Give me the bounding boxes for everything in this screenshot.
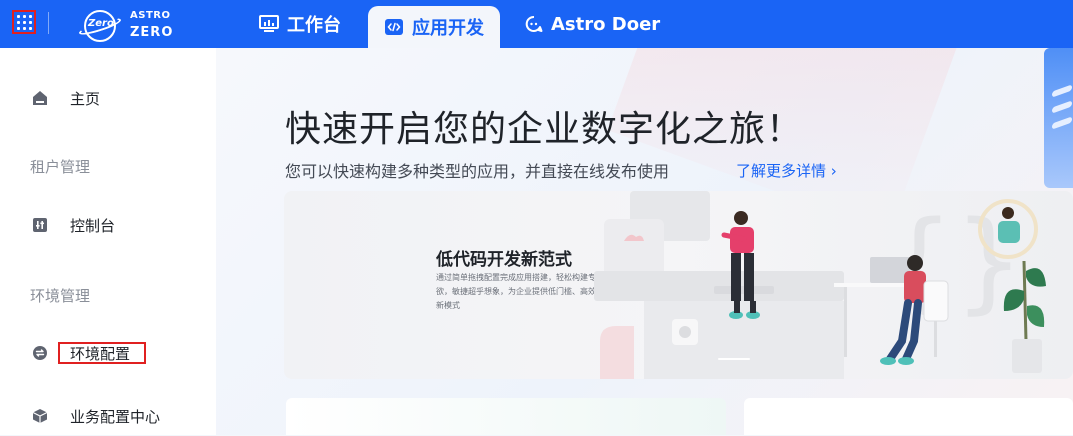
chevron-right-icon: › [830, 162, 837, 180]
page-title: 快速开启您的企业数字化之旅！ [285, 109, 804, 150]
chat-bot-icon [525, 15, 543, 33]
learn-more-label: 了解更多详情 [736, 162, 827, 180]
logo-line1: ASTRO [130, 10, 171, 21]
divider [48, 12, 49, 34]
sidebar-item-label: 业务配置中心 [70, 407, 161, 426]
banner-title: 低代码开发新范式 [436, 250, 572, 270]
code-icon [384, 18, 404, 36]
group-tenant-management: 租户管理 [30, 158, 91, 176]
dashboard-icon [259, 15, 279, 33]
sidebar-item-console[interactable]: 控制台 [0, 205, 216, 245]
tab-app-development-label: 应用开发 [412, 18, 484, 39]
decorative-illustration [1044, 48, 1073, 188]
sidebar-item-label: 控制台 [70, 216, 116, 235]
tab-astro-doer[interactable]: Astro Doer [525, 0, 660, 48]
tab-workbench[interactable]: 工作台 [259, 0, 341, 48]
home-icon [32, 90, 48, 106]
group-environment-management: 环境管理 [30, 287, 91, 305]
sidebar: 主页 租户管理 控制台 环境管理 环境配置 业务配置中心 [0, 48, 216, 435]
tab-workbench-label: 工作台 [287, 15, 341, 36]
tab-app-development[interactable]: 应用开发 [368, 6, 500, 48]
learn-more-link[interactable]: 了解更多详情 › [736, 160, 837, 181]
feature-card[interactable] [286, 398, 726, 435]
logo-badge-text: Zero [88, 18, 114, 29]
sidebar-item-label: 主页 [70, 89, 101, 108]
sidebar-item-business-config[interactable]: 业务配置中心 [0, 396, 216, 436]
highlight-box [58, 342, 146, 364]
cube-icon [32, 408, 48, 424]
promo-banner[interactable]: 低代码开发新范式 通过简单拖拽配置完成应用搭建，轻松构建专业级应用，创新随心所欲… [284, 191, 1073, 379]
sidebar-item-home[interactable]: 主页 [0, 78, 216, 118]
banner-illustration: {} [594, 191, 1046, 379]
sliders-icon [32, 217, 48, 233]
logo-line2: ZERO [130, 25, 174, 40]
app-grid-icon[interactable] [12, 10, 36, 34]
tab-astro-doer-label: Astro Doer [551, 13, 661, 35]
top-bar: Zero ASTRO ZERO 工作台 应用开发 Astro Doer [0, 0, 1073, 48]
page-subtitle: 您可以快速构建多种类型的应用，并直接在线发布使用 [285, 162, 670, 181]
feature-card[interactable] [744, 398, 1073, 435]
sidebar-item-environment-config[interactable]: 环境配置 [0, 333, 216, 373]
carousel-indicator[interactable] [718, 358, 750, 360]
main-content: 快速开启您的企业数字化之旅！ 您可以快速构建多种类型的应用，并直接在线发布使用 … [216, 48, 1073, 435]
swap-icon [32, 345, 48, 361]
